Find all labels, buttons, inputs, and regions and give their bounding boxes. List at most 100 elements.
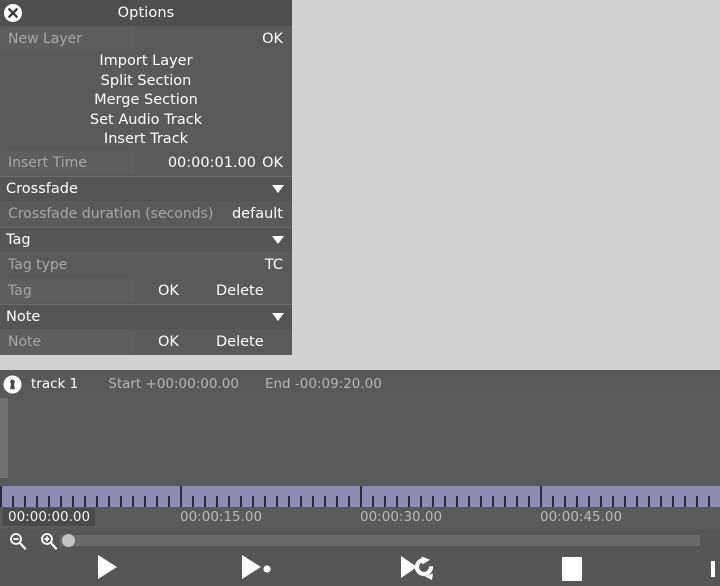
ruler-tick-minor <box>120 496 122 507</box>
ruler-tick-minor <box>348 496 350 507</box>
note-ok-button[interactable]: OK <box>158 334 179 350</box>
ruler-tick-major <box>360 486 362 507</box>
track-left-strip[interactable] <box>0 398 8 478</box>
ruler-tick-minor <box>468 496 470 507</box>
ruler-tick-minor <box>300 496 302 507</box>
crossfade-section-title: Crossfade <box>6 180 78 197</box>
tag-field-label: Tag <box>8 282 32 299</box>
tag-field-row: Tag OK Delete <box>0 277 292 304</box>
ruler-tick-minor <box>504 496 506 507</box>
note-field-label: Note <box>8 333 42 350</box>
insert-time-row: Insert Time 00:00:01.00 OK <box>0 149 292 176</box>
eye-icon[interactable] <box>3 375 22 394</box>
ruler-tick-minor <box>372 496 374 507</box>
magnifier-plus-icon[interactable] <box>40 532 58 550</box>
ruler-tick-minor <box>216 496 218 507</box>
ruler-tick-minor <box>408 496 410 507</box>
note-field-row: Note OK Delete <box>0 328 292 355</box>
play-loop-icon <box>399 553 435 585</box>
track-canvas[interactable] <box>0 398 720 486</box>
chevron-down-icon[interactable] <box>272 312 284 321</box>
ruler-tick-minor <box>396 496 398 507</box>
ruler-tick-minor <box>492 496 494 507</box>
command-menu-list: Import Layer Split Section Merge Section… <box>0 52 292 150</box>
ruler-time-label: 00:00:15.00 <box>180 509 263 525</box>
loop-play-button[interactable] <box>383 552 451 586</box>
ruler-time-label: 00:00:45.00 <box>540 509 623 525</box>
new-layer-label: New Layer <box>8 31 83 47</box>
edge-handle[interactable] <box>706 552 720 586</box>
play-button[interactable] <box>73 552 141 586</box>
crossfade-duration-value[interactable]: default <box>232 206 283 222</box>
ruler-tick-minor <box>576 496 578 507</box>
ruler-tick-minor <box>648 496 650 507</box>
tag-section-title: Tag <box>6 231 31 248</box>
ruler-time-label: 00:00:30.00 <box>360 509 443 525</box>
ruler-tick-minor <box>192 496 194 507</box>
note-delete-button[interactable]: Delete <box>216 334 264 350</box>
ruler-tick-minor <box>600 496 602 507</box>
ruler-tick-minor <box>516 496 518 507</box>
track-name-label[interactable]: track 1 <box>31 376 78 392</box>
zoom-slider-thumb[interactable] <box>62 534 75 547</box>
ruler-tick-minor <box>204 496 206 507</box>
ruler-tick-minor <box>708 496 710 507</box>
crossfade-duration-label: Crossfade duration (seconds) <box>8 205 214 222</box>
close-circle-icon[interactable] <box>3 3 23 23</box>
options-titlebar: Options <box>0 0 292 26</box>
tag-type-value[interactable]: TC <box>265 257 283 273</box>
ruler-tick-minor <box>684 496 686 507</box>
ruler-tick-minor <box>252 496 254 507</box>
tag-ok-button[interactable]: OK <box>158 283 179 299</box>
ruler-tick-major <box>180 486 182 507</box>
timeline-ruler[interactable] <box>0 486 720 507</box>
magnifier-minus-icon[interactable] <box>9 532 27 550</box>
ruler-tick-minor <box>456 496 458 507</box>
ruler-tick-minor <box>564 496 566 507</box>
ruler-tick-minor <box>528 496 530 507</box>
zoom-slider-track[interactable] <box>60 535 700 546</box>
ruler-tick-minor <box>36 496 38 507</box>
ruler-tick-minor <box>228 496 230 507</box>
tag-section-header[interactable]: Tag <box>0 226 292 252</box>
chevron-down-icon[interactable] <box>272 184 284 193</box>
track-header-bar: track 1 Start +00:00:00.00 End -00:09:20… <box>0 370 720 398</box>
ruler-tick-minor <box>432 496 434 507</box>
tag-type-row: Tag type TC <box>0 251 292 278</box>
vertical-bar-icon <box>711 561 715 577</box>
ruler-tick-minor <box>168 496 170 507</box>
menu-item-set-audio-track[interactable]: Set Audio Track <box>0 111 292 131</box>
menu-item-insert-track[interactable]: Insert Track <box>0 130 292 150</box>
menu-item-import-layer[interactable]: Import Layer <box>0 52 292 72</box>
menu-item-merge-section[interactable]: Merge Section <box>0 91 292 111</box>
stop-button[interactable] <box>538 552 606 586</box>
ruler-tick-minor <box>288 496 290 507</box>
ruler-tick-major <box>540 486 542 507</box>
chevron-down-icon[interactable] <box>272 235 284 244</box>
insert-time-ok-button[interactable]: OK <box>262 155 283 171</box>
options-title: Options <box>117 5 175 21</box>
ruler-tick-minor <box>696 496 698 507</box>
new-layer-ok-button[interactable]: OK <box>262 31 283 47</box>
ruler-tick-minor <box>624 496 626 507</box>
ruler-tick-major <box>0 486 2 507</box>
options-panel: Options New Layer OK Import Layer Split … <box>0 0 292 355</box>
track-start-label: Start +00:00:00.00 <box>108 376 239 392</box>
ruler-tick-minor <box>420 496 422 507</box>
ruler-tick-minor <box>156 496 158 507</box>
ruler-tick-minor <box>108 496 110 507</box>
current-timecode[interactable]: 00:00:00.00 <box>3 508 96 526</box>
crossfade-duration-row: Crossfade duration (seconds) default <box>0 200 292 227</box>
ruler-tick-minor <box>264 496 266 507</box>
play-to-mark-button[interactable] <box>222 552 290 586</box>
ruler-tick-minor <box>240 496 242 507</box>
track-end-label: End -00:09:20.00 <box>264 376 382 392</box>
menu-item-split-section[interactable]: Split Section <box>0 72 292 92</box>
note-section-header[interactable]: Note <box>0 303 292 329</box>
ruler-tick-minor <box>612 496 614 507</box>
insert-time-value[interactable]: 00:00:01.00 <box>168 155 256 171</box>
crossfade-section-header[interactable]: Crossfade <box>0 175 292 201</box>
tag-delete-button[interactable]: Delete <box>216 283 264 299</box>
ruler-tick-minor <box>48 496 50 507</box>
ruler-tick-minor <box>552 496 554 507</box>
